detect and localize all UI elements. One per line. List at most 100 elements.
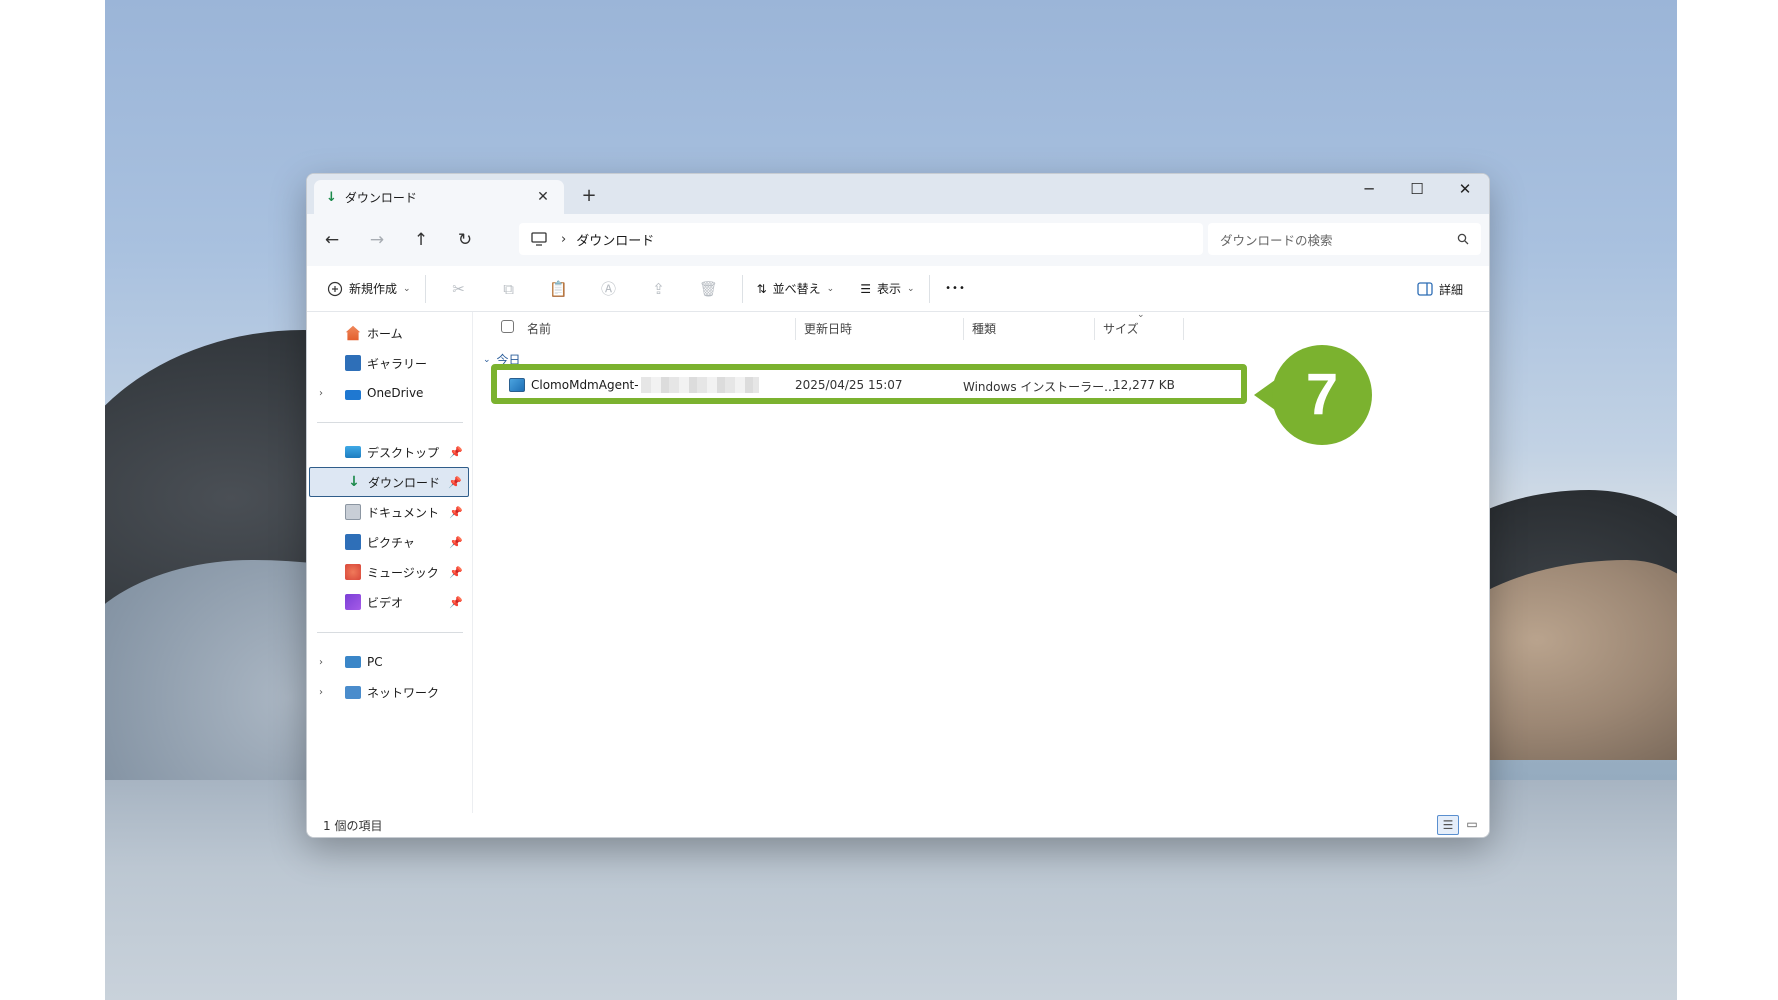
paste-button[interactable]: 📋: [534, 274, 584, 304]
copy-button[interactable]: ⧉: [484, 274, 534, 304]
column-name[interactable]: 名前: [527, 320, 551, 337]
onedrive-icon: [345, 390, 361, 400]
view-button-label: 表示: [876, 282, 901, 296]
sidebar-item-documents[interactable]: ドキュメント 📌: [309, 497, 469, 527]
title-bar: ↓ ダウンロード ✕ + ─ ☐ ✕: [307, 174, 1489, 214]
downloads-folder-icon: ↓: [348, 474, 360, 490]
tab-label: ダウンロード: [344, 190, 417, 205]
chevron-right-icon[interactable]: ›: [319, 388, 335, 399]
sidebar-item-home[interactable]: ホーム: [309, 318, 469, 348]
sidebar-item-label: ダウンロード: [368, 475, 441, 490]
step-number: 7: [1272, 345, 1372, 445]
sidebar-item-music[interactable]: ミュージック 📌: [309, 557, 469, 587]
pictures-folder-icon: [345, 534, 361, 550]
select-all-checkbox[interactable]: [501, 320, 514, 333]
status-bar: 1 個の項目 ☰ ▭: [307, 813, 1489, 837]
details-view-icon: ☰: [1442, 818, 1454, 832]
navigation-bar: ← → ↑ ↻ › ダウンロード ダウンロードの検索: [307, 214, 1489, 266]
chevron-right-icon[interactable]: ›: [319, 687, 335, 698]
address-bar[interactable]: › ダウンロード: [519, 223, 1203, 255]
file-modified: 2025/04/25 15:07: [795, 378, 903, 392]
network-icon: [345, 685, 361, 699]
copy-icon: ⧉: [503, 279, 514, 298]
sidebar-item-label: ネットワーク: [367, 685, 440, 700]
column-header: 名前 更新日時 種類 サイズ ⌄: [473, 310, 1489, 340]
sidebar-item-gallery[interactable]: ギャラリー: [309, 348, 469, 378]
sort-button[interactable]: ⇅ 並べ替え ⌄: [751, 274, 841, 304]
tab-close-icon[interactable]: ✕: [532, 189, 554, 205]
up-button[interactable]: ↑: [406, 226, 436, 254]
sort-indicator-icon: ⌄: [1137, 310, 1145, 320]
cut-button[interactable]: ✂: [434, 274, 484, 304]
command-bar: 新規作成 ⌄ ✂ ⧉ 📋 Ⓐ ⇪ 🗑 ⇅ 並べ替え ⌄ ☰ 表示 ⌄ ••• 詳…: [307, 266, 1489, 312]
share-icon: ⇪: [652, 279, 665, 298]
breadcrumb-downloads[interactable]: ダウンロード: [576, 230, 654, 249]
sidebar-item-pc[interactable]: › PC: [309, 647, 469, 677]
column-type[interactable]: 種類: [972, 320, 996, 337]
videos-folder-icon: [345, 594, 361, 610]
sidebar-item-network[interactable]: › ネットワーク: [309, 677, 469, 707]
tiles-view-button[interactable]: ▭: [1461, 815, 1483, 835]
minimize-button[interactable]: ─: [1345, 174, 1393, 206]
chevron-down-icon: ⌄: [483, 354, 491, 365]
sidebar-item-label: ビデオ: [367, 595, 404, 610]
list-view-icon: ☰: [860, 281, 871, 296]
maximize-button[interactable]: ☐: [1393, 174, 1441, 206]
pin-icon: 📌: [449, 595, 463, 609]
home-icon: [345, 325, 361, 341]
scissors-icon: ✂: [452, 279, 465, 298]
column-divider[interactable]: [963, 318, 964, 340]
pin-icon: 📌: [448, 475, 462, 489]
close-window-button[interactable]: ✕: [1441, 174, 1489, 206]
chevron-right-icon: ›: [561, 231, 567, 247]
clipboard-icon: 📋: [549, 279, 568, 298]
group-header-today[interactable]: ⌄ 今日: [483, 351, 521, 368]
file-explorer-window: ↓ ダウンロード ✕ + ─ ☐ ✕ ← → ↑ ↻ › ダウンロード ダウンロ…: [306, 173, 1490, 838]
sidebar-item-label: ピクチャ: [367, 535, 415, 550]
rename-button[interactable]: Ⓐ: [584, 274, 634, 304]
back-button[interactable]: ←: [317, 226, 347, 254]
column-modified[interactable]: 更新日時: [804, 320, 852, 337]
new-button[interactable]: 新規作成 ⌄: [321, 274, 417, 304]
sidebar-item-label: OneDrive: [367, 386, 424, 400]
details-view-button[interactable]: ☰: [1437, 815, 1459, 835]
new-button-label: 新規作成: [349, 282, 398, 296]
navigation-pane: ホーム ギャラリー › OneDrive デスクトップ 📌 ↓ ダウンロード 📌: [307, 312, 473, 813]
column-divider[interactable]: [1094, 318, 1095, 340]
file-size: 12,277 KB: [1113, 378, 1175, 392]
details-pane-button[interactable]: 詳細: [1411, 274, 1469, 304]
file-row[interactable]: ClomoMdmAgent- 2025/04/25 15:07 Windows …: [497, 369, 1239, 401]
forward-button[interactable]: →: [362, 226, 392, 254]
share-button[interactable]: ⇪: [634, 274, 684, 304]
sort-icon: ⇅: [756, 281, 767, 296]
pin-icon: 📌: [449, 505, 463, 519]
sidebar-item-downloads[interactable]: ↓ ダウンロード 📌: [309, 467, 469, 497]
refresh-button[interactable]: ↻: [450, 226, 480, 254]
search-box[interactable]: ダウンロードの検索: [1208, 223, 1481, 255]
sidebar-item-onedrive[interactable]: › OneDrive: [309, 378, 469, 408]
chevron-right-icon[interactable]: ›: [319, 657, 335, 668]
sidebar-divider: [317, 632, 463, 633]
pc-icon: [345, 656, 361, 668]
sidebar-item-label: ギャラリー: [367, 356, 428, 371]
tab-downloads[interactable]: ↓ ダウンロード ✕: [314, 180, 564, 214]
new-tab-button[interactable]: +: [575, 182, 603, 210]
pin-icon: 📌: [449, 535, 463, 549]
view-button[interactable]: ☰ 表示 ⌄: [854, 274, 920, 304]
more-options-button[interactable]: •••: [938, 274, 974, 304]
music-folder-icon: [345, 564, 361, 580]
group-label: 今日: [496, 353, 521, 367]
sidebar-item-videos[interactable]: ビデオ 📌: [309, 587, 469, 617]
sidebar-item-desktop[interactable]: デスクトップ 📌: [309, 437, 469, 467]
desktop-folder-icon: [345, 446, 361, 458]
column-divider[interactable]: [1183, 318, 1184, 340]
column-divider[interactable]: [795, 318, 796, 340]
delete-button[interactable]: 🗑: [684, 274, 734, 304]
toolbar-divider: [424, 274, 426, 303]
trash-icon: 🗑: [699, 279, 719, 298]
file-type: Windows インストーラー...: [963, 380, 1116, 394]
sidebar-item-label: PC: [367, 655, 383, 669]
column-size[interactable]: サイズ: [1103, 320, 1139, 337]
sidebar-item-pictures[interactable]: ピクチャ 📌: [309, 527, 469, 557]
rename-icon: Ⓐ: [601, 280, 617, 298]
